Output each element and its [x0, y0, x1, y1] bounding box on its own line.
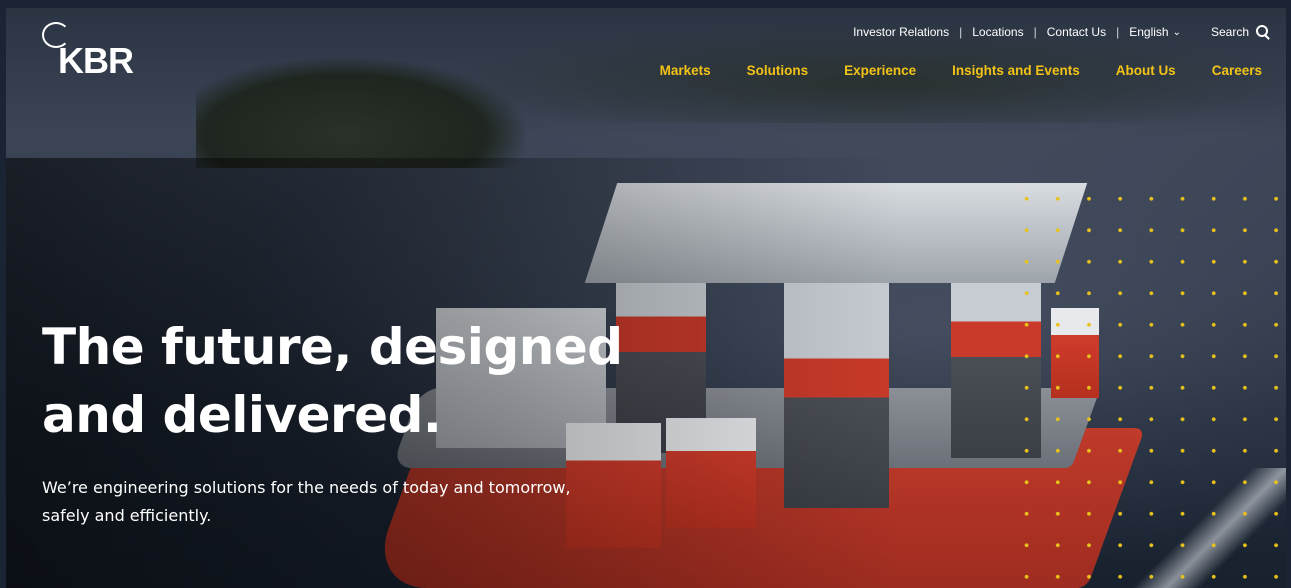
hero-headline-line1: The future, designed — [42, 318, 623, 376]
search-icon — [1256, 25, 1268, 37]
hero-subtext-line2: safely and efficiently. — [42, 506, 212, 525]
utility-link-investor-relations[interactable]: Investor Relations — [853, 25, 949, 39]
hero-banner: KBR Investor Relations | Locations | Con… — [6, 8, 1286, 588]
utility-nav: Investor Relations | Locations | Contact… — [853, 25, 1268, 39]
chevron-down-icon: ⌄ — [1172, 26, 1181, 38]
hero-headline: The future, designed and delivered. — [42, 313, 642, 449]
nav-item-careers[interactable]: Careers — [1212, 63, 1262, 78]
logo-text: KBR — [58, 40, 134, 81]
nav-item-insights-and-events[interactable]: Insights and Events — [952, 63, 1080, 78]
nav-item-solutions[interactable]: Solutions — [747, 63, 809, 78]
language-selector[interactable]: English ⌄ — [1129, 25, 1181, 39]
nav-item-about-us[interactable]: About Us — [1116, 63, 1176, 78]
hero-subtext-line1: We’re engineering solutions for the need… — [42, 478, 571, 497]
nav-item-experience[interactable]: Experience — [844, 63, 916, 78]
main-nav: Markets Solutions Experience Insights an… — [624, 63, 1262, 78]
search-label: Search — [1210, 25, 1249, 39]
language-label: English — [1129, 25, 1169, 39]
utility-link-contact-us[interactable]: Contact Us — [1047, 25, 1106, 39]
separator: | — [1116, 25, 1120, 39]
separator: | — [959, 25, 963, 39]
hero-subtext: We’re engineering solutions for the need… — [42, 474, 622, 530]
hero-headline-line2: and delivered. — [42, 386, 442, 444]
background-island — [196, 58, 526, 168]
separator: | — [1033, 25, 1037, 39]
search-button[interactable]: Search — [1211, 25, 1268, 39]
utility-link-locations[interactable]: Locations — [972, 25, 1023, 39]
nav-item-markets[interactable]: Markets — [660, 63, 711, 78]
dot-grid-pattern — [1011, 183, 1281, 588]
